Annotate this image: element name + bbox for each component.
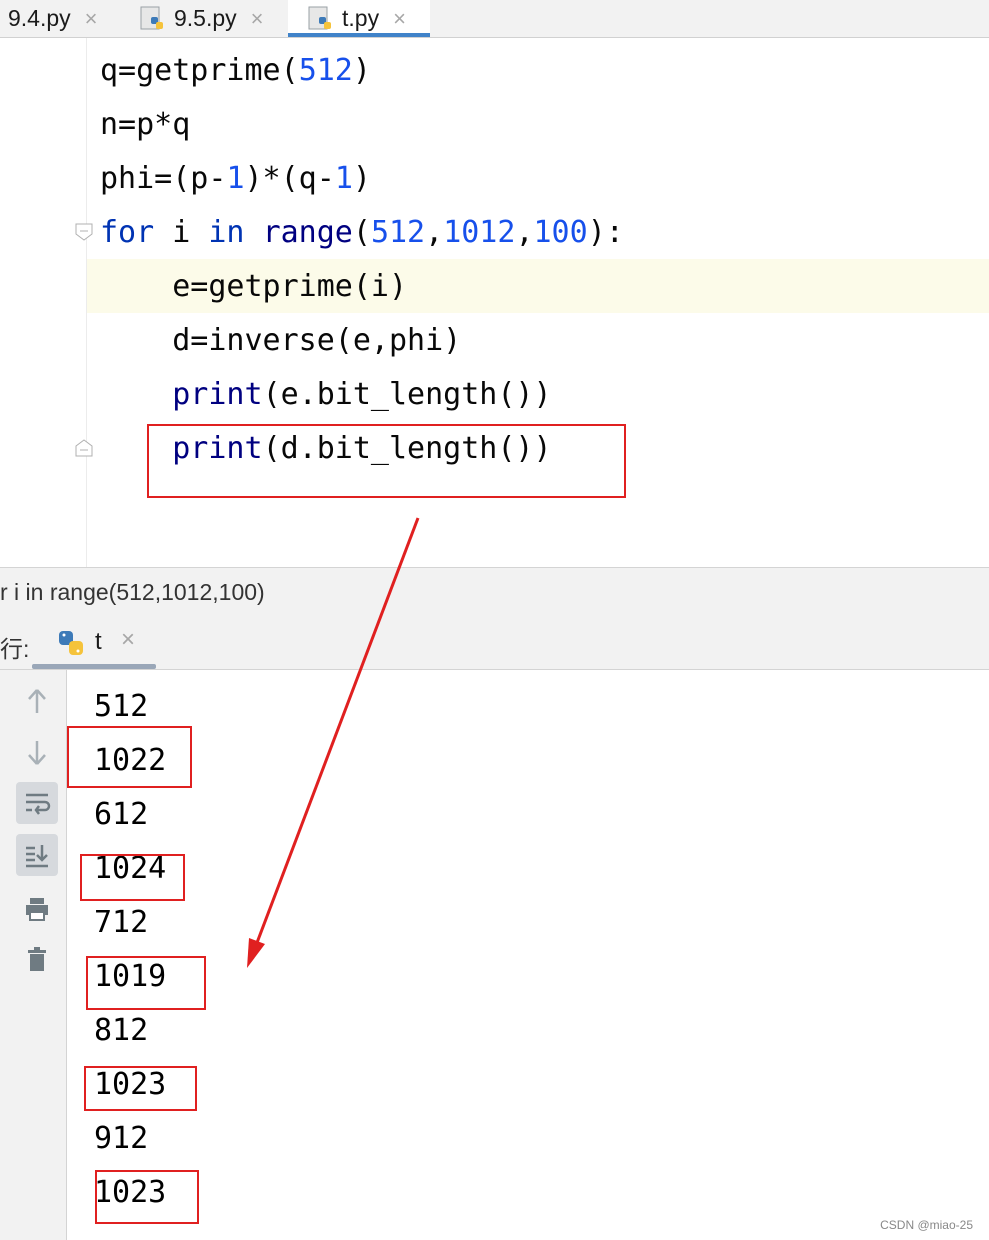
close-icon[interactable]: × xyxy=(121,626,135,654)
run-label: 行: xyxy=(0,636,30,662)
close-icon[interactable]: × xyxy=(251,6,264,32)
annotation-box-output xyxy=(95,1170,199,1224)
tab-t-py[interactable]: t.py × xyxy=(288,0,430,37)
annotation-box-code xyxy=(147,424,626,498)
python-file-icon xyxy=(140,6,166,32)
code-text: n=p*q xyxy=(100,107,191,142)
breadcrumb-text: r i in range(512,1012,100) xyxy=(0,579,265,605)
code-text: d=inverse(e,phi) xyxy=(100,323,462,358)
active-tab-indicator xyxy=(288,33,430,37)
trash-icon[interactable] xyxy=(16,938,58,980)
run-tab-indicator xyxy=(32,664,156,669)
run-tab-t[interactable]: t × xyxy=(32,616,156,669)
annotation-box-output xyxy=(84,1066,197,1111)
close-icon[interactable]: × xyxy=(85,6,98,32)
print-icon[interactable] xyxy=(16,888,58,930)
run-console[interactable]: 512 1022 612 1024 712 1019 812 1023 912 … xyxy=(0,670,989,1240)
code-text: q=getprime(512) xyxy=(100,53,371,88)
code-line-3: phi=(p-1)*(q-1) xyxy=(100,152,371,206)
annotation-box-output xyxy=(67,726,192,788)
tab-9-5-py[interactable]: 9.5.py × xyxy=(140,0,264,37)
fold-marker-icon[interactable] xyxy=(74,222,94,242)
python-icon xyxy=(59,631,83,655)
arrow-down-icon[interactable] xyxy=(16,732,58,774)
code-line-6: d=inverse(e,phi) xyxy=(100,314,461,368)
scroll-to-end-icon[interactable] xyxy=(16,834,58,876)
console-output-line: 912 xyxy=(94,1121,149,1156)
annotation-box-output xyxy=(80,854,185,901)
editor-gutter xyxy=(0,38,87,567)
soft-wrap-icon[interactable] xyxy=(16,782,58,824)
console-output-line: 812 xyxy=(94,1013,149,1048)
console-output-line: 712 xyxy=(94,905,149,940)
code-line-2: n=p*q xyxy=(100,98,190,152)
python-file-icon xyxy=(308,6,334,32)
code-line-1: q=getprime(512) xyxy=(100,44,371,98)
console-toolstrip xyxy=(0,670,67,1240)
code-text: for i in range(512,1012,100): xyxy=(100,215,624,250)
fold-end-marker-icon[interactable] xyxy=(74,438,94,458)
run-toolwindow-header: 行: t × xyxy=(0,616,989,670)
code-text: print(e.bit_length()) xyxy=(172,377,552,412)
tab-label: t.py xyxy=(342,5,380,31)
breadcrumb[interactable]: r i in range(512,1012,100) xyxy=(0,567,989,617)
code-text: phi=(p-1)*(q-1) xyxy=(100,161,371,196)
code-line-4: for i in range(512,1012,100): xyxy=(100,206,624,260)
editor-tab-bar: 9.4.py × 9.5.py × t.py × xyxy=(0,0,989,38)
arrow-up-icon[interactable] xyxy=(16,680,58,722)
code-editor[interactable]: q=getprime(512) n=p*q phi=(p-1)*(q-1) fo… xyxy=(0,38,989,567)
console-output-line: 612 xyxy=(94,797,149,832)
close-icon[interactable]: × xyxy=(393,6,406,32)
watermark: CSDN @miao-25 xyxy=(880,1218,973,1232)
code-line-5: e=getprime(i) xyxy=(100,260,407,314)
code-line-7: print(e.bit_length()) xyxy=(100,368,552,422)
tab-label: 9.5.py xyxy=(174,5,237,31)
tab-9-4-py[interactable]: 9.4.py × xyxy=(8,0,98,37)
annotation-box-output xyxy=(86,956,206,1010)
tab-label: 9.4.py xyxy=(8,5,71,31)
run-tab-label: t xyxy=(95,628,102,655)
code-text: e=getprime(i) xyxy=(100,269,408,304)
